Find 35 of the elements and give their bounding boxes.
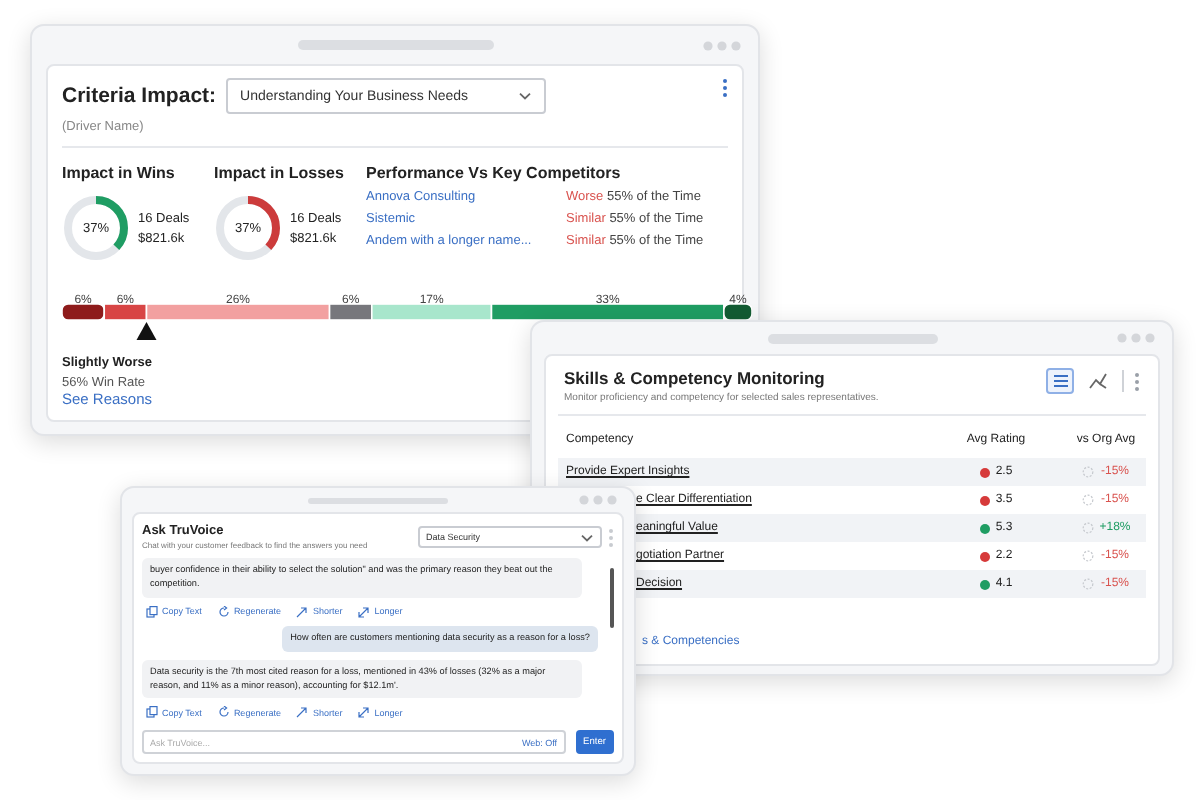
dotted-circle-icon [1082, 550, 1095, 562]
chart-icon [1088, 372, 1108, 390]
dotted-circle-icon [1081, 522, 1094, 534]
more-icon[interactable] [1134, 371, 1140, 391]
drag-handle[interactable] [767, 333, 937, 343]
window-dots-icon [702, 39, 742, 51]
section-heading: Impact in Losses [214, 164, 346, 182]
refresh-icon [217, 605, 230, 618]
chart-view-button[interactable] [1084, 368, 1112, 394]
list-view-button[interactable] [1046, 368, 1074, 394]
list-icon [1050, 372, 1070, 390]
marker-icon [136, 322, 157, 340]
donut-meter [62, 194, 130, 262]
card-title: Criteria Impact: [62, 84, 217, 108]
arrow-icon [296, 605, 309, 618]
dotted-circle-icon [1082, 494, 1095, 506]
caret-icon [580, 533, 594, 541]
refresh-icon [217, 706, 230, 719]
section-heading: Impact in Wins [62, 164, 177, 182]
arrow-icon [358, 706, 371, 719]
caret-icon [518, 92, 533, 100]
arrow-icon [358, 605, 371, 618]
scrollbar[interactable] [610, 568, 614, 628]
arrow-icon [296, 706, 309, 719]
dotted-circle-icon [1082, 466, 1095, 478]
window-dots-icon [578, 494, 618, 506]
dotted-circle-icon [1082, 578, 1095, 590]
card-title: Skills & Competency Monitoring [564, 368, 827, 388]
drag-handle[interactable] [297, 40, 493, 50]
section-heading: Performance Vs Key Competitors [366, 164, 623, 182]
donut-meter [214, 194, 282, 262]
copy-icon [146, 706, 158, 719]
copy-icon [146, 605, 158, 618]
window-dots-icon [1116, 332, 1156, 344]
more-icon[interactable] [722, 78, 728, 98]
